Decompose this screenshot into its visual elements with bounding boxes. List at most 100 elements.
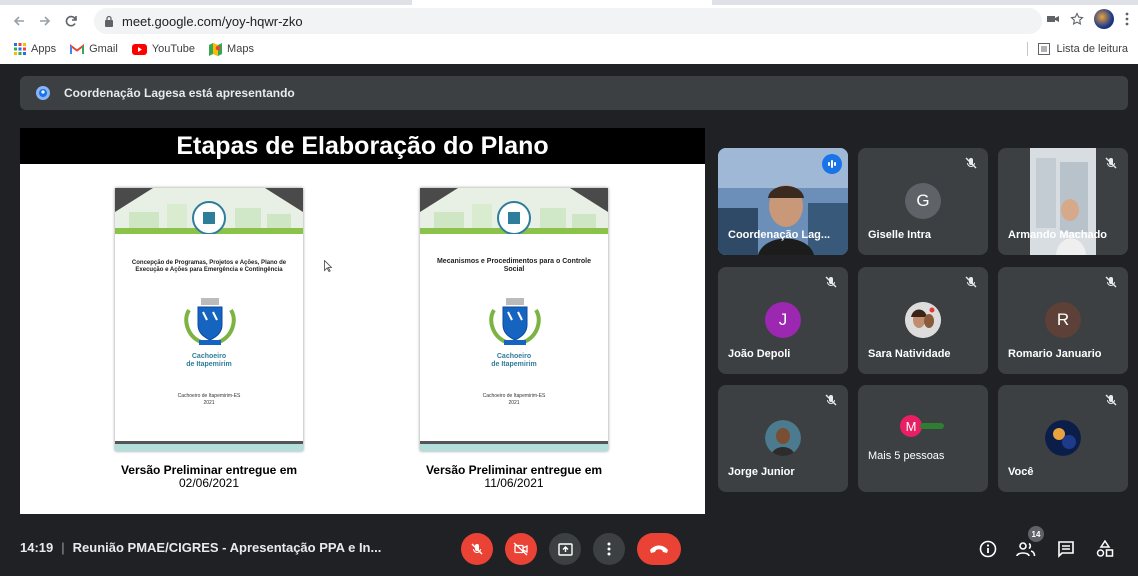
avatar: R (1045, 302, 1081, 338)
reading-list-icon (1038, 43, 1051, 55)
caption-1: Versão Preliminar entregue em 02/06/2021 (84, 464, 334, 490)
activities-button[interactable] (1094, 538, 1116, 560)
cover-place: Cachoeiro de Itapemirim-ES 2021 (115, 393, 303, 407)
cover-header-image (420, 188, 608, 234)
meeting-info: 14:19 | Reunião PMAE/CIGRES - Apresentação… (20, 540, 381, 555)
avatar: M (900, 415, 922, 437)
camera-toggle-button[interactable] (505, 533, 537, 565)
people-icon (1016, 542, 1036, 557)
reading-list-label: Lista de leitura (1056, 43, 1128, 55)
more-options-button[interactable] (593, 533, 625, 565)
mic-off-icon (965, 157, 977, 169)
bookmarks-bar: Apps Gmail YouTube Maps Lista de leitura (0, 37, 1138, 61)
bookmark-youtube[interactable]: YouTube (131, 43, 195, 55)
participant-tile[interactable]: Sara Natividade (858, 267, 988, 374)
bookmark-gmail-label: Gmail (89, 43, 118, 55)
participant-tile[interactable]: G Giselle Intra (858, 148, 988, 255)
present-icon (557, 542, 573, 556)
camera-indicator-icon[interactable] (1046, 12, 1060, 26)
url-text: meet.google.com/yoy-hqwr-zko (122, 13, 303, 29)
cover-header-image (115, 188, 303, 234)
browser-chrome: meet.google.com/yoy-hqwr-zko Apps Gmail (0, 0, 1138, 64)
caption-2: Versão Preliminar entregue em 11/06/2021 (389, 464, 639, 490)
info-icon (979, 540, 997, 558)
participant-name: Coordenação Lag... (728, 229, 831, 241)
gmail-icon (70, 43, 85, 55)
more-participants-tile[interactable]: M Mais 5 pessoas (858, 385, 988, 492)
chat-button[interactable] (1055, 538, 1077, 560)
forward-icon[interactable] (32, 8, 58, 34)
cover-bottom-band (420, 441, 608, 451)
avatar-photo (765, 420, 801, 456)
shared-screen-slide: Etapas de Elaboração do Plano Concepção … (20, 128, 705, 514)
bookmark-gmail[interactable]: Gmail (70, 43, 118, 55)
mic-off-icon (1105, 276, 1117, 288)
mic-toggle-button[interactable] (461, 533, 493, 565)
mic-off-icon (825, 394, 837, 406)
participant-tile[interactable]: J João Depoli (718, 267, 848, 374)
present-screen-button[interactable] (549, 533, 581, 565)
place-line-1: Cachoeiro de Itapemirim-ES (482, 393, 546, 399)
caption-date: 02/06/2021 (178, 476, 240, 490)
people-button[interactable] (1015, 538, 1037, 560)
mic-off-icon (825, 276, 837, 288)
cover-title: Mecanismos e Procedimentos para o Contro… (436, 258, 592, 273)
meeting-title: Reunião PMAE/CIGRES - Apresentação PPA e… (72, 540, 382, 555)
place-line-2: 2021 (203, 400, 215, 406)
participant-tile[interactable]: Coordenação Lag... (718, 148, 848, 255)
presenter-avatar-icon (36, 86, 50, 100)
mic-off-icon (1105, 394, 1117, 406)
city-line-1: Cachoeiro (191, 353, 227, 360)
avatar-photo (905, 302, 941, 338)
speaking-indicator-icon (822, 154, 842, 174)
city-line-2: de Itapemirim (186, 361, 232, 368)
bookmark-maps[interactable]: Maps (209, 42, 254, 56)
menu-dots-icon[interactable] (1124, 12, 1130, 26)
bookmark-apps[interactable]: Apps (14, 43, 56, 55)
avatar-photo (1045, 420, 1081, 456)
divider: | (61, 540, 65, 555)
reload-icon[interactable] (58, 8, 84, 34)
participant-name: Você (1008, 466, 1034, 478)
cover-bottom-band (115, 441, 303, 451)
hang-up-icon (650, 545, 668, 553)
participant-tile[interactable]: R Romario Januario (998, 267, 1128, 374)
self-tile[interactable]: Você (998, 385, 1128, 492)
star-icon[interactable] (1070, 12, 1084, 26)
youtube-icon (131, 43, 147, 55)
profile-avatar[interactable] (1094, 9, 1114, 29)
avatar-overlap (920, 423, 944, 429)
divider (1027, 42, 1029, 56)
participant-name: Sara Natividade (868, 348, 951, 360)
clock: 14:19 (20, 540, 54, 555)
document-cover-2: Mecanismos e Procedimentos para o Contro… (420, 188, 608, 451)
city-line-2: de Itapemirim (491, 361, 537, 368)
place-line-1: Cachoeiro de Itapemirim-ES (177, 393, 241, 399)
maps-icon (209, 42, 223, 56)
chat-icon (1058, 541, 1074, 558)
document-cover-1: Concepção de Programas, Projetos e Ações… (115, 188, 303, 451)
reading-list-button[interactable]: Lista de leitura (1027, 37, 1128, 61)
place-line-2: 2021 (508, 400, 520, 406)
participant-tile[interactable]: Armando Machado (998, 148, 1128, 255)
avatar: J (765, 302, 801, 338)
participant-name: Romario Januario (1008, 348, 1102, 360)
caption-date: 11/06/2021 (484, 476, 544, 490)
participant-tile[interactable]: Jorge Junior (718, 385, 848, 492)
back-icon[interactable] (6, 8, 32, 34)
end-call-button[interactable] (637, 533, 681, 565)
mic-off-icon (1105, 157, 1117, 169)
meeting-details-button[interactable] (977, 538, 999, 560)
avatar: G (905, 183, 941, 219)
slide-title: Etapas de Elaboração do Plano (20, 128, 705, 164)
address-bar[interactable]: meet.google.com/yoy-hqwr-zko (94, 8, 1042, 34)
presenting-text: Coordenação Lagesa está apresentando (64, 86, 295, 100)
city-line-1: Cachoeiro (496, 353, 532, 360)
activities-icon (1096, 540, 1114, 557)
mic-off-icon (471, 543, 483, 555)
mic-off-icon (965, 276, 977, 288)
bookmark-maps-label: Maps (227, 43, 254, 55)
cover-city-name: Cachoeiro de Itapemirim (115, 353, 303, 369)
meeting-control-bar: 14:19 | Reunião PMAE/CIGRES - Apresentação… (0, 522, 1138, 576)
presenting-banner: Coordenação Lagesa está apresentando (20, 76, 1128, 110)
